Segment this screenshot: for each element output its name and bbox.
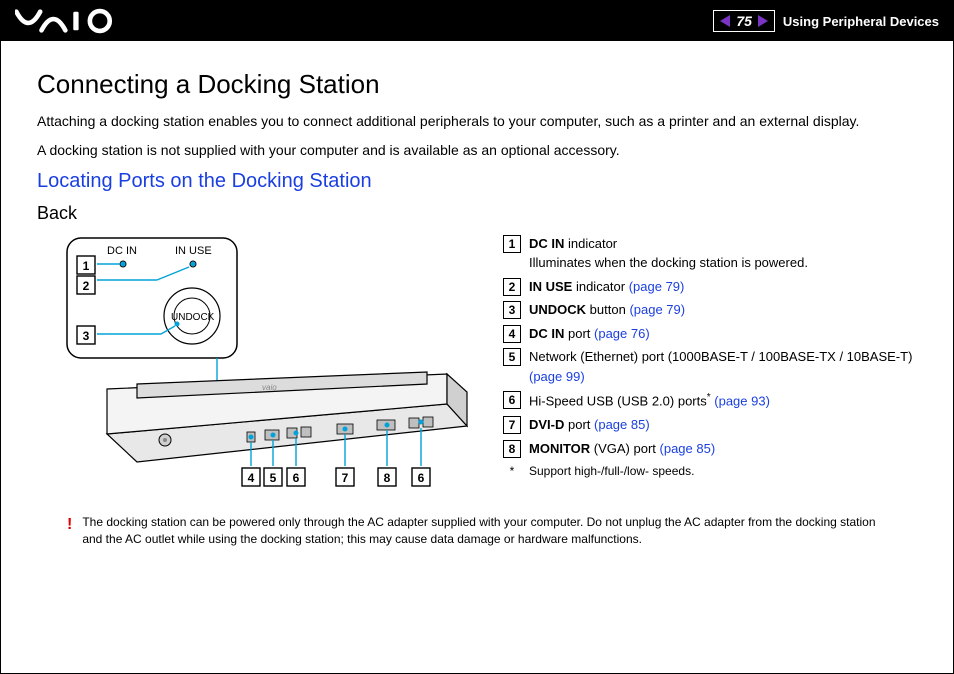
subheading-locating-ports: Locating Ports on the Docking Station	[37, 170, 917, 193]
svg-text:7: 7	[342, 471, 349, 485]
legend-num-4: 4	[503, 325, 521, 343]
prev-page-arrow-icon[interactable]	[720, 15, 730, 27]
svg-text:4: 4	[248, 471, 255, 485]
legend-item-3: 3 UNDOCK button (page 79)	[503, 300, 917, 320]
port-legend: 1 DC IN indicator Illuminates when the d…	[503, 234, 917, 480]
legend-item-5: 5 Network (Ethernet) port (1000BASE-T / …	[503, 347, 917, 386]
page-number: 75	[736, 13, 752, 29]
legend-num-7: 7	[503, 416, 521, 434]
svg-text:5: 5	[270, 471, 277, 485]
legend-num-3: 3	[503, 301, 521, 319]
docking-station-diagram: DC IN IN USE UNDOCK	[37, 234, 477, 494]
legend-item-4: 4 DC IN port (page 76)	[503, 324, 917, 344]
legend-item-8: 8 MONITOR (VGA) port (page 85)	[503, 439, 917, 459]
legend-item-1: 1 DC IN indicator Illuminates when the d…	[503, 234, 917, 273]
svg-text:2: 2	[83, 279, 90, 293]
page-ref-link[interactable]: (page 79)	[629, 302, 685, 317]
svg-text:1: 1	[83, 259, 90, 273]
warning-note: ! The docking station can be powered onl…	[37, 514, 917, 548]
legend-item-2: 2 IN USE indicator (page 79)	[503, 277, 917, 297]
page: 75 Using Peripheral Devices Connecting a…	[0, 0, 954, 674]
intro-paragraph-2: A docking station is not supplied with y…	[37, 141, 917, 160]
legend-num-6: 6	[503, 391, 521, 409]
page-title: Connecting a Docking Station	[37, 69, 917, 100]
page-ref-link[interactable]: (page 85)	[660, 441, 716, 456]
vaio-logo	[15, 7, 121, 35]
page-ref-link[interactable]: (page 79)	[629, 279, 685, 294]
label-dc-in: DC IN	[107, 245, 137, 257]
legend-footnote: * Support high-/full-/low- speeds.	[503, 462, 917, 480]
svg-text:6: 6	[293, 471, 300, 485]
svg-text:vaio: vaio	[262, 383, 277, 392]
legend-num-5: 5	[503, 348, 521, 366]
legend-num-8: 8	[503, 440, 521, 458]
svg-text:6: 6	[418, 471, 425, 485]
diagram-and-legend: DC IN IN USE UNDOCK	[37, 234, 917, 494]
header-right: 75 Using Peripheral Devices	[713, 10, 939, 32]
warning-icon: !	[67, 514, 72, 548]
next-page-arrow-icon[interactable]	[758, 15, 768, 27]
legend-item-7: 7 DVI-D port (page 85)	[503, 415, 917, 435]
legend-item-6: 6 Hi-Speed USB (USB 2.0) ports* (page 93…	[503, 390, 917, 411]
svg-text:3: 3	[83, 329, 90, 343]
page-nav: 75	[713, 10, 775, 32]
header-bar: 75 Using Peripheral Devices	[1, 1, 953, 41]
page-body: Connecting a Docking Station Attaching a…	[1, 41, 953, 557]
intro-paragraph-1: Attaching a docking station enables you …	[37, 112, 917, 131]
warning-text: The docking station can be powered only …	[82, 514, 887, 548]
legend-num-2: 2	[503, 278, 521, 296]
page-ref-link[interactable]: (page 99)	[529, 369, 585, 384]
subheading-back: Back	[37, 203, 917, 224]
header-section-title: Using Peripheral Devices	[783, 14, 939, 29]
page-ref-link[interactable]: (page 93)	[714, 394, 770, 409]
page-ref-link[interactable]: (page 85)	[594, 417, 650, 432]
svg-text:8: 8	[384, 471, 391, 485]
page-ref-link[interactable]: (page 76)	[594, 326, 650, 341]
label-undock: UNDOCK	[171, 312, 215, 323]
legend-num-1: 1	[503, 235, 521, 253]
label-in-use: IN USE	[175, 245, 212, 257]
